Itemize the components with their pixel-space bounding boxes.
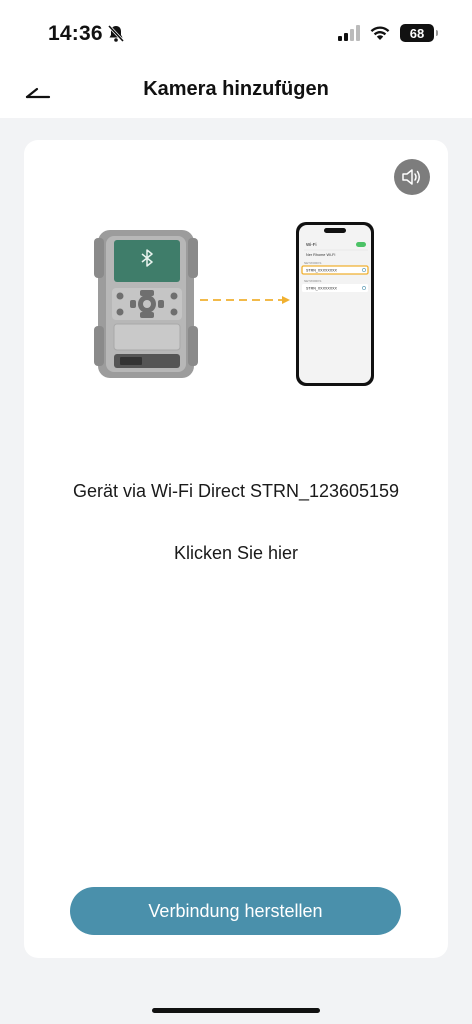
cellular-signal-icon	[338, 25, 360, 41]
wifi-icon	[370, 26, 390, 40]
phone-section-label: NETWORKS	[304, 261, 321, 265]
bell-slash-icon	[107, 24, 125, 43]
dashed-arrow-icon	[200, 296, 290, 304]
sound-button[interactable]	[394, 159, 430, 195]
battery-icon: 68	[400, 24, 438, 42]
instruction-text: Gerät via Wi-Fi Direct STRN_123605159	[72, 481, 400, 501]
home-indicator	[152, 1008, 320, 1013]
click-here-link[interactable]: Klicken Sie hier	[24, 543, 448, 564]
battery-level: 68	[409, 25, 425, 41]
phone-other-network: STRN_XXXXXXXX	[306, 287, 338, 291]
trail-camera-image	[94, 230, 198, 378]
nav-bar: Kamera hinzufügen	[0, 66, 472, 118]
phone-highlighted-network: STRN_XXXXXXXX	[306, 269, 338, 273]
status-icons: 68	[338, 24, 438, 42]
phone-network-row: Ner Rhome Wi-Fi	[306, 253, 335, 257]
phone-wifi-label: Wi-Fi	[306, 242, 317, 247]
page-title: Kamera hinzufügen	[143, 78, 329, 100]
status-bar: 14:36 68	[0, 0, 472, 66]
speaker-icon	[402, 169, 420, 185]
phone-other-section-label: NETWORKS	[304, 279, 321, 283]
connect-button[interactable]: Verbindung herstellen	[70, 887, 401, 935]
phone-image: Wi-Fi Ner Rhome Wi-Fi NETWORKS STRN_XXXX…	[296, 222, 374, 386]
status-time: 14:36	[48, 22, 103, 45]
content-card: Wi-Fi Ner Rhome Wi-Fi NETWORKS STRN_XXXX…	[24, 140, 448, 958]
camera-to-phone-illustration: Wi-Fi Ner Rhome Wi-Fi NETWORKS STRN_XXXX…	[94, 222, 374, 386]
